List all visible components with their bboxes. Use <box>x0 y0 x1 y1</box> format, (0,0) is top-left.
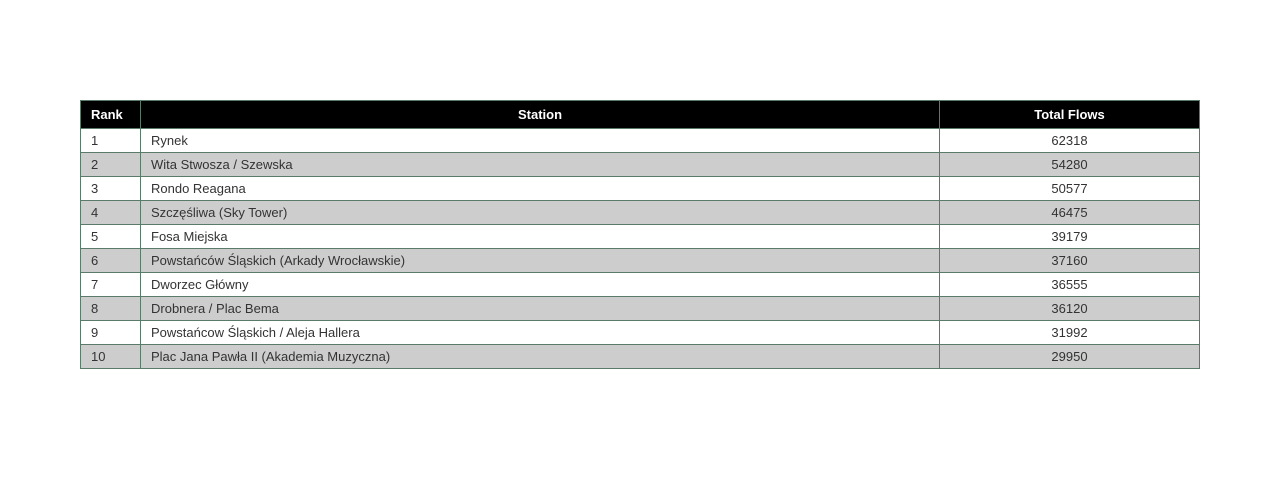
station-cell: Wita Stwosza / Szewska <box>141 153 940 177</box>
station-cell: Fosa Miejska <box>141 225 940 249</box>
header-station: Station <box>141 101 940 129</box>
rank-cell: 8 <box>81 297 141 321</box>
rank-cell: 3 <box>81 177 141 201</box>
station-cell: Rondo Reagana <box>141 177 940 201</box>
flows-cell: 62318 <box>940 129 1200 153</box>
table-row: 8Drobnera / Plac Bema36120 <box>81 297 1200 321</box>
table-row: 4Szczęśliwa (Sky Tower)46475 <box>81 201 1200 225</box>
flows-cell: 36120 <box>940 297 1200 321</box>
station-cell: Drobnera / Plac Bema <box>141 297 940 321</box>
flows-cell: 50577 <box>940 177 1200 201</box>
table-row: 3Rondo Reagana50577 <box>81 177 1200 201</box>
station-cell: Szczęśliwa (Sky Tower) <box>141 201 940 225</box>
flows-cell: 37160 <box>940 249 1200 273</box>
table-row: 2Wita Stwosza / Szewska54280 <box>81 153 1200 177</box>
flows-cell: 39179 <box>940 225 1200 249</box>
rank-cell: 7 <box>81 273 141 297</box>
station-cell: Rynek <box>141 129 940 153</box>
flows-cell: 29950 <box>940 345 1200 369</box>
station-cell: Dworzec Główny <box>141 273 940 297</box>
table-row: 7Dworzec Główny36555 <box>81 273 1200 297</box>
rank-cell: 5 <box>81 225 141 249</box>
station-cell: Powstańców Śląskich (Arkady Wrocławskie) <box>141 249 940 273</box>
header-rank: Rank <box>81 101 141 129</box>
station-cell: Plac Jana Pawła II (Akademia Muzyczna) <box>141 345 940 369</box>
table-row: 1Rynek62318 <box>81 129 1200 153</box>
rank-cell: 2 <box>81 153 141 177</box>
station-cell: Powstańcow Śląskich / Aleja Hallera <box>141 321 940 345</box>
rank-cell: 1 <box>81 129 141 153</box>
table-row: 9Powstańcow Śląskich / Aleja Hallera3199… <box>81 321 1200 345</box>
flows-cell: 46475 <box>940 201 1200 225</box>
flows-cell: 31992 <box>940 321 1200 345</box>
table-row: 6Powstańców Śląskich (Arkady Wrocławskie… <box>81 249 1200 273</box>
rank-cell: 6 <box>81 249 141 273</box>
rank-cell: 4 <box>81 201 141 225</box>
table-header-row: Rank Station Total Flows <box>81 101 1200 129</box>
header-flows: Total Flows <box>940 101 1200 129</box>
table-row: 5Fosa Miejska39179 <box>81 225 1200 249</box>
table-row: 10Plac Jana Pawła II (Akademia Muzyczna)… <box>81 345 1200 369</box>
flows-cell: 54280 <box>940 153 1200 177</box>
flows-cell: 36555 <box>940 273 1200 297</box>
rank-cell: 9 <box>81 321 141 345</box>
stations-table: Rank Station Total Flows 1Rynek623182Wit… <box>80 100 1200 369</box>
rank-cell: 10 <box>81 345 141 369</box>
